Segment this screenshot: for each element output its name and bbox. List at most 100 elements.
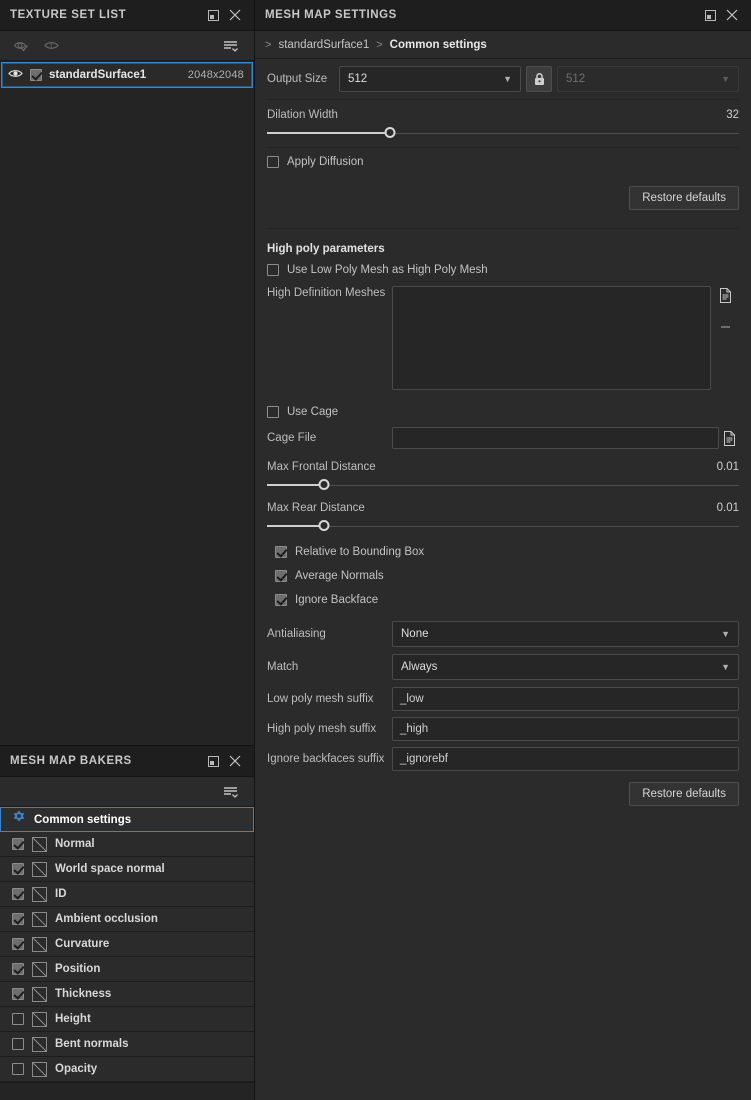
ignore-backfaces-suffix-input[interactable]: _ignorebf (392, 747, 739, 771)
apply-diffusion-checkbox[interactable] (267, 156, 279, 168)
baker-checkbox[interactable] (12, 1013, 24, 1025)
mesh-map-bakers-toolbar (0, 777, 254, 807)
dilation-width-slider[interactable] (267, 125, 739, 141)
output-size-lock-button[interactable] (526, 66, 552, 92)
close-icon[interactable] (224, 750, 246, 772)
baker-item-bent-normals[interactable]: Bent normals (0, 1032, 254, 1057)
undock-icon[interactable] (202, 750, 224, 772)
baker-item-label: Position (55, 963, 101, 975)
relative-bbox-checkbox[interactable] (275, 546, 287, 558)
antialiasing-value: None (401, 628, 429, 640)
baker-item-id[interactable]: ID (0, 882, 254, 907)
slider-knob[interactable] (384, 127, 396, 138)
map-thumbnail-icon (32, 836, 47, 852)
baker-item-height[interactable]: Height (0, 1007, 254, 1032)
baker-checkbox[interactable] (12, 1063, 24, 1075)
texture-set-list-body: standardSurface1 2048x2048 (0, 61, 254, 745)
map-thumbnail-icon (32, 886, 47, 902)
baker-item-common-settings[interactable]: Common settings (0, 807, 254, 832)
mesh-map-bakers-title: MESH MAP BAKERS (10, 755, 132, 767)
cage-file-row: Cage File (267, 424, 739, 452)
baker-checkbox[interactable] (12, 963, 24, 975)
mesh-map-settings-title: MESH MAP SETTINGS (265, 9, 397, 21)
breadcrumb-current: Common settings (389, 38, 487, 51)
slider-fill (267, 131, 390, 134)
dilation-width-header: Dilation Width 32 (267, 100, 739, 121)
baker-checkbox[interactable] (12, 938, 24, 950)
breadcrumb-separator: > (376, 38, 383, 51)
use-cage-label: Use Cage (287, 406, 339, 418)
baker-checkbox[interactable] (12, 888, 24, 900)
max-frontal-distance-label: Max Frontal Distance (267, 461, 376, 473)
visibility-eye-icon[interactable] (8, 66, 23, 84)
close-icon[interactable] (224, 4, 246, 26)
lock-icon (534, 72, 544, 85)
average-normals-checkbox[interactable] (275, 570, 287, 582)
restore-defaults-bottom-button[interactable]: Restore defaults (629, 782, 739, 806)
max-frontal-distance-slider[interactable] (267, 477, 739, 493)
output-size-height-select[interactable]: 512 ▼ (557, 66, 739, 92)
texture-set-checkbox[interactable] (30, 69, 42, 81)
baker-checkbox[interactable] (12, 988, 24, 1000)
low-poly-suffix-input[interactable]: _low (392, 687, 739, 711)
max-rear-distance-slider[interactable] (267, 518, 739, 534)
use-cage-row[interactable]: Use Cage (267, 400, 739, 424)
use-low-poly-checkbox[interactable] (267, 264, 279, 276)
texture-set-name: standardSurface1 (49, 69, 147, 81)
svg-text:1: 1 (49, 43, 53, 50)
baker-item-label: Bent normals (55, 1038, 129, 1050)
list-options-icon[interactable] (216, 34, 246, 58)
slider-knob[interactable] (318, 520, 330, 531)
mesh-map-bakers-list: Common settings Normal World space norma… (0, 807, 254, 1100)
use-cage-checkbox[interactable] (267, 406, 279, 418)
texture-set-row-standardsurface1[interactable]: standardSurface1 2048x2048 (1, 62, 253, 88)
max-frontal-distance-value: 0.01 (716, 461, 739, 473)
max-frontal-distance-header: Max Frontal Distance 0.01 (267, 452, 739, 473)
relative-bbox-row[interactable]: Relative to Bounding Box (267, 540, 739, 564)
apply-diffusion-row[interactable]: Apply Diffusion (267, 148, 739, 176)
baker-item-normal[interactable]: Normal (0, 832, 254, 857)
match-label: Match (267, 661, 299, 673)
minus-icon[interactable] (719, 317, 732, 335)
relative-bbox-label: Relative to Bounding Box (295, 546, 425, 558)
baker-checkbox[interactable] (12, 838, 24, 850)
eye-one-icon[interactable]: 1 (36, 34, 66, 58)
baker-item-opacity[interactable]: Opacity (0, 1057, 254, 1082)
baker-item-curvature[interactable]: Curvature (0, 932, 254, 957)
ignore-backface-checkbox[interactable] (275, 594, 287, 606)
cage-file-browse-button[interactable] (719, 430, 739, 446)
output-size-width-value: 512 (348, 73, 368, 85)
eye-check-icon[interactable] (6, 34, 36, 58)
ignore-backface-row[interactable]: Ignore Backface (267, 588, 739, 612)
cage-file-input[interactable] (392, 427, 719, 449)
file-add-icon[interactable] (719, 288, 732, 308)
baker-checkbox[interactable] (12, 913, 24, 925)
baker-item-label: Normal (55, 838, 95, 850)
baker-checkbox[interactable] (12, 863, 24, 875)
antialiasing-select[interactable]: None ▼ (392, 621, 739, 647)
undock-icon[interactable] (699, 4, 721, 26)
high-definition-meshes-list[interactable] (392, 286, 711, 390)
match-select[interactable]: Always ▼ (392, 654, 739, 680)
restore-defaults-top-wrap: Restore defaults (267, 176, 739, 210)
baker-item-thickness[interactable]: Thickness (0, 982, 254, 1007)
breadcrumb-root[interactable]: standardSurface1 (278, 39, 369, 51)
close-icon[interactable] (721, 4, 743, 26)
high-poly-suffix-input[interactable]: _high (392, 717, 739, 741)
output-size-row: Output Size 512 ▼ 512 ▼ (267, 59, 739, 99)
baker-item-world-space-normal[interactable]: World space normal (0, 857, 254, 882)
high-poly-suffix-row: High poly mesh suffix _high (267, 714, 739, 744)
average-normals-row[interactable]: Average Normals (267, 564, 739, 588)
restore-defaults-bottom-wrap: Restore defaults (267, 774, 739, 806)
baker-item-position[interactable]: Position (0, 957, 254, 982)
restore-defaults-top-button[interactable]: Restore defaults (629, 186, 739, 210)
baker-item-ambient-occlusion[interactable]: Ambient occlusion (0, 907, 254, 932)
slider-knob[interactable] (318, 479, 330, 490)
use-low-poly-row[interactable]: Use Low Poly Mesh as High Poly Mesh (267, 258, 739, 282)
output-size-width-select[interactable]: 512 ▼ (339, 66, 521, 92)
baker-checkbox[interactable] (12, 1038, 24, 1050)
max-rear-distance-label: Max Rear Distance (267, 502, 365, 514)
cage-file-label: Cage File (267, 432, 317, 444)
list-options-icon[interactable] (216, 780, 246, 804)
undock-icon[interactable] (202, 4, 224, 26)
